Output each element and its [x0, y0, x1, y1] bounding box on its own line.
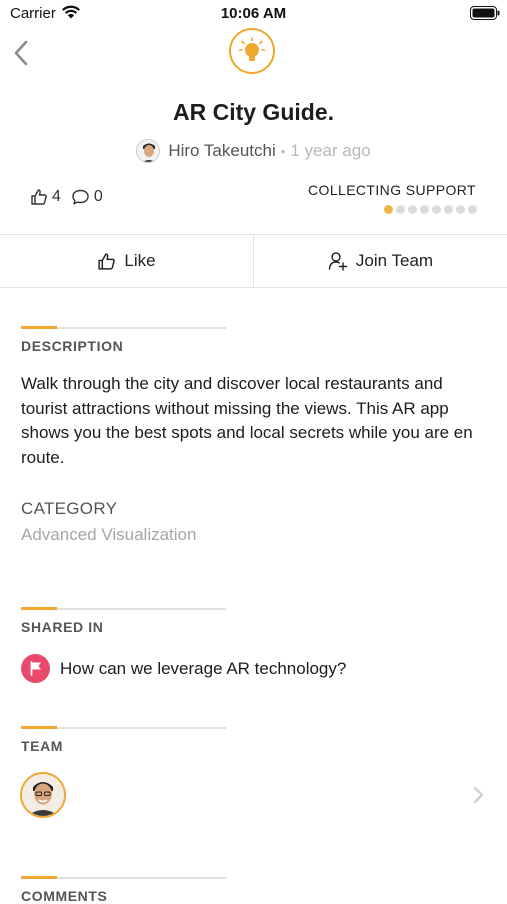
section-divider: [21, 607, 226, 610]
join-team-button[interactable]: Join Team: [253, 235, 507, 287]
back-button[interactable]: [8, 36, 36, 70]
idea-title: AR City Guide.: [172, 99, 334, 125]
progress-dot: [432, 205, 441, 214]
comments-heading: COMMENTS: [21, 888, 108, 904]
progress-dot: [420, 205, 429, 214]
section-divider: [21, 726, 226, 729]
author-row[interactable]: Hiro Takeutchi • 1 year ago: [0, 138, 507, 164]
progress-dot: [444, 205, 453, 214]
idea-badge: [229, 28, 275, 74]
support-progress: [384, 205, 477, 214]
battery-icon: [470, 6, 500, 20]
flag-icon: [30, 661, 41, 676]
comment-bubble-icon: [72, 189, 89, 205]
progress-dot: [384, 205, 393, 214]
status-bar: Carrier 10:06 AM: [0, 0, 507, 28]
author-avatar[interactable]: [136, 139, 161, 163]
author-separator: •: [280, 143, 286, 159]
post-time: 1 year ago: [290, 141, 371, 160]
progress-dot: [396, 205, 405, 214]
like-count: 4: [52, 188, 61, 205]
section-divider: [21, 876, 226, 879]
shared-in-heading: SHARED IN: [21, 619, 104, 635]
add-person-icon: [328, 252, 348, 271]
category-label: CATEGORY: [21, 499, 118, 518]
team-section: TEAM: [21, 726, 226, 754]
status-time: 10:06 AM: [220, 5, 287, 22]
team-member-avatar[interactable]: [20, 772, 66, 818]
status-label: COLLECTING SUPPORT: [308, 182, 476, 198]
description-heading: DESCRIPTION: [21, 338, 124, 354]
person-avatar-icon: [22, 774, 64, 816]
category-value: Advanced Visualization: [21, 525, 197, 544]
shared-challenge-link[interactable]: How can we leverage AR technology?: [21, 654, 346, 683]
section-divider: [21, 326, 226, 329]
progress-dot: [408, 205, 417, 214]
challenge-title[interactable]: How can we leverage AR technology?: [60, 659, 346, 679]
thumbs-up-icon: [31, 189, 47, 205]
chevron-right-icon[interactable]: [470, 784, 486, 806]
comment-count: 0: [93, 188, 103, 205]
action-bar: Like Join Team: [0, 234, 507, 288]
shared-in-section: SHARED IN: [21, 607, 226, 635]
progress-dot: [456, 205, 465, 214]
flag-badge: [21, 654, 50, 683]
join-team-label: Join Team: [355, 251, 434, 270]
description-section: DESCRIPTION: [21, 326, 226, 354]
lightbulb-icon: [239, 37, 265, 61]
person-avatar-icon: [137, 140, 160, 162]
idea-stats: 4 0: [30, 186, 113, 208]
team-heading: TEAM: [21, 738, 64, 754]
author-name[interactable]: Hiro Takeutchi: [168, 141, 275, 161]
like-button[interactable]: Like: [0, 235, 253, 287]
thumbs-up-icon: [98, 252, 116, 270]
like-button-label: Like: [124, 251, 156, 270]
progress-dot: [468, 205, 477, 214]
description-text: Walk through the city and discover local…: [21, 374, 473, 467]
